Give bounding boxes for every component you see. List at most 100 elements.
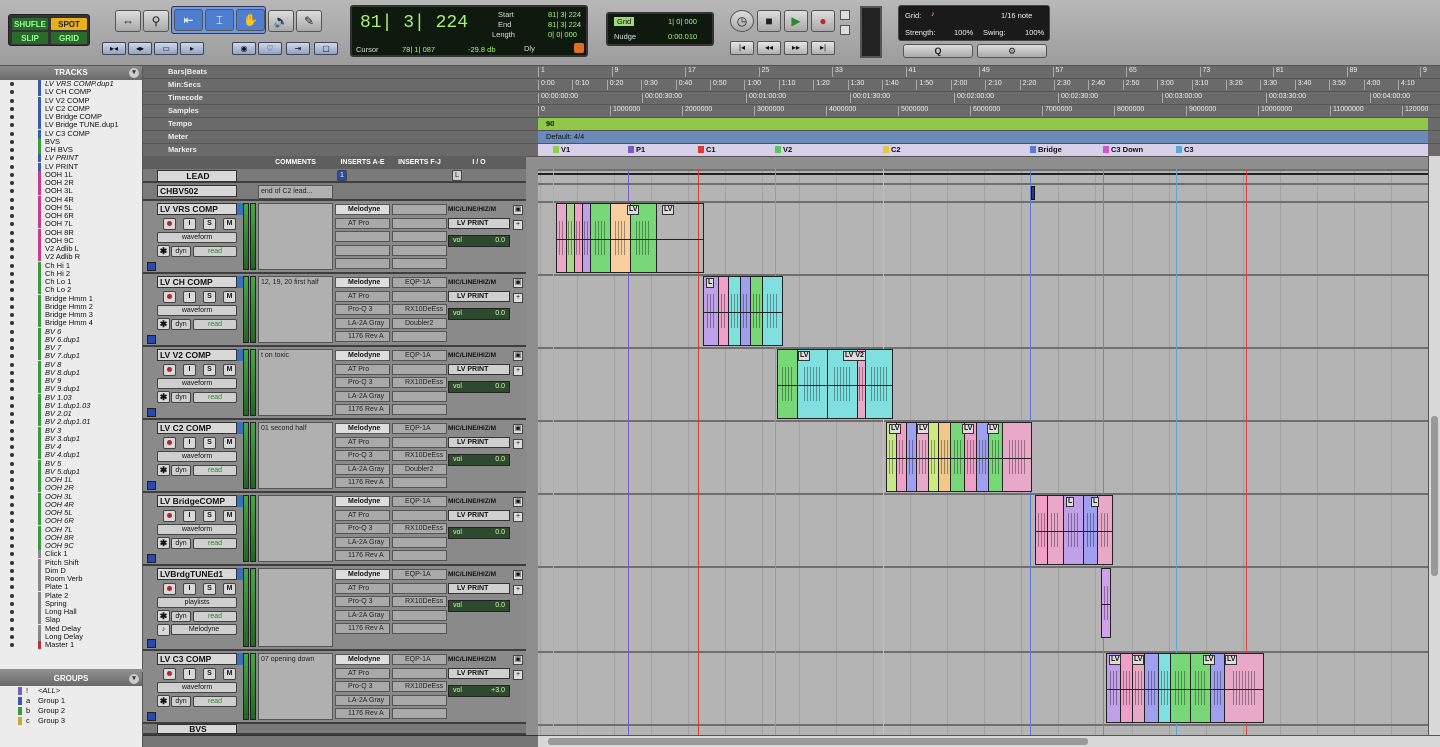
quantize-note-value[interactable]: 1/16 note — [1001, 11, 1032, 20]
insert-slot-f-3[interactable]: RX10DeEss — [392, 681, 447, 692]
visibility-dot-icon[interactable] — [10, 370, 14, 375]
track-lv-vrs-comp[interactable]: LV VRS COMP I S Mwaveform ✱ dyn read Melodyne AT… — [143, 201, 526, 274]
visibility-dot-icon[interactable] — [10, 395, 14, 400]
visibility-dot-icon[interactable] — [10, 205, 14, 210]
chevron-down-icon[interactable]: ▾ — [129, 68, 139, 78]
insert-slot-a-3[interactable]: Pro-Q 3 — [335, 377, 390, 388]
insert-slot-f-3[interactable]: RX10DeEss — [392, 304, 447, 315]
automation-mode-selector[interactable]: read — [193, 319, 237, 330]
visibility-dot-icon[interactable] — [10, 296, 14, 301]
dyn-button[interactable]: dyn — [171, 465, 191, 476]
track-resize-handle[interactable] — [147, 554, 156, 563]
insert-slot-a-4[interactable]: LA-2A Gray — [335, 609, 390, 621]
insert-slot-f-2[interactable] — [392, 509, 447, 521]
end-value[interactable]: 81| 3| 224 — [548, 20, 581, 29]
visibility-dot-icon[interactable] — [10, 560, 14, 565]
automation-mode-selector[interactable]: read — [193, 465, 237, 476]
track-view-selector[interactable]: waveform — [157, 524, 237, 535]
insert-slot-a-5[interactable]: 1176 Rev A — [335, 477, 390, 488]
insert-slot-f-2[interactable] — [392, 436, 447, 448]
track-name[interactable]: LVBrdgTUNEd1 — [157, 568, 237, 580]
meter-lane[interactable]: Default: 4/4 — [538, 131, 1428, 143]
track-list-item[interactable]: Plate 2 — [0, 591, 142, 600]
dly-label[interactable]: Dly — [524, 44, 535, 53]
visibility-dot-icon[interactable] — [10, 329, 14, 334]
audio-region[interactable]: L — [703, 276, 783, 346]
visibility-dot-icon[interactable] — [10, 164, 14, 169]
visibility-dot-icon[interactable] — [10, 98, 14, 103]
insert-slot-f-1[interactable]: EQP-1A — [392, 423, 447, 434]
insert-slot-f-4[interactable]: Doubler2 — [392, 463, 447, 475]
visibility-dot-icon[interactable] — [10, 106, 14, 111]
insert-slot-a-4[interactable] — [335, 244, 390, 256]
pencil-tool-icon[interactable]: ✎ — [296, 10, 322, 32]
visibility-dot-icon[interactable] — [10, 197, 14, 202]
rewind-button[interactable]: ◂◂ — [757, 41, 781, 55]
grabber-tool-icon[interactable]: ✋ — [236, 9, 265, 31]
track-list-item[interactable]: Bridge Hmm 4 — [0, 319, 142, 328]
main-counter-value[interactable]: 81| 3| 224 — [360, 13, 468, 33]
group-item[interactable]: a Group 1 — [0, 696, 142, 706]
track-resize-handle[interactable] — [147, 262, 156, 271]
volume-field[interactable]: vol +3.0 — [448, 685, 510, 697]
audio-region[interactable]: LL — [1035, 495, 1113, 565]
visibility-dot-icon[interactable] — [10, 412, 14, 416]
visibility-dot-icon[interactable] — [10, 577, 14, 581]
insert-slot-a-1[interactable]: Melodyne — [335, 569, 390, 580]
track-comment[interactable]: 12, 19, 20 first half — [258, 276, 333, 343]
track-comment[interactable]: 07 opening down — [258, 653, 333, 720]
tracks-panel-header[interactable]: TRACKS ▾ — [0, 66, 142, 80]
input-selector[interactable]: MIC/LINE/HIZ/M — [448, 496, 510, 507]
visibility-dot-icon[interactable] — [10, 626, 14, 631]
marker-v2[interactable]: V2 — [775, 145, 792, 154]
insert-slot-a-5[interactable]: 1176 Rev A — [335, 708, 390, 719]
dyn-button[interactable]: dyn — [171, 611, 191, 622]
track-name[interactable]: BVS — [157, 724, 237, 734]
visibility-dot-icon[interactable] — [10, 214, 14, 218]
track-list-item[interactable]: BV 7.dup1 — [0, 352, 142, 361]
mute-button[interactable]: M — [223, 291, 236, 303]
marker-c1[interactable]: C1 — [698, 145, 716, 154]
insert-slot-a-3[interactable]: Pro-Q 3 — [335, 450, 390, 461]
visibility-dot-icon[interactable] — [10, 403, 14, 408]
mute-button[interactable]: M — [223, 218, 236, 230]
min-secs-ruler[interactable]: Min:Secs 0:00 0:10 0:20 0:30 0:40 0:50 1:00 1:10… — [143, 79, 1440, 92]
track-name[interactable]: LV C2 COMP — [157, 422, 237, 434]
volume-field[interactable]: vol 0.0 — [448, 454, 510, 466]
visibility-dot-icon[interactable] — [10, 230, 14, 235]
insert-slot-f-1[interactable]: EQP-1A — [392, 277, 447, 288]
output-selector[interactable]: LV PRINT — [448, 218, 510, 229]
dyn-button[interactable]: dyn — [171, 319, 191, 330]
insert-slot-a-5[interactable]: 1176 Rev A — [335, 404, 390, 415]
track-resize-handle[interactable] — [147, 712, 156, 721]
track-list-item[interactable]: BV 6.dup1 — [0, 335, 142, 344]
record-enable-button[interactable] — [163, 437, 176, 449]
track-name[interactable]: LEAD — [157, 170, 237, 182]
solo-button[interactable]: S — [203, 291, 216, 303]
input-monitor-button[interactable]: I — [183, 364, 196, 376]
track-name[interactable]: LV BridgeCOMP — [157, 495, 237, 507]
automation-icon[interactable]: ✱ — [157, 537, 170, 549]
insert-slot-f-1[interactable]: EQP-1A — [392, 350, 447, 361]
slip-mode-button[interactable]: SLIP — [11, 31, 49, 45]
chevron-down-icon[interactable]: ▾ — [129, 674, 139, 684]
track-options-icon[interactable]: ▣ — [513, 655, 523, 665]
track-list-item[interactable]: Pitch Shift — [0, 558, 142, 567]
insert-slot[interactable]: 1 — [337, 170, 347, 181]
input-monitor-button[interactable]: I — [183, 291, 196, 303]
insert-slot-f-5[interactable] — [392, 623, 447, 634]
insert-slot-f-3[interactable]: RX10DeEss — [392, 450, 447, 461]
track-list-item[interactable]: Master 1 — [0, 640, 142, 649]
track-name[interactable]: LV V2 COMP — [157, 349, 237, 361]
visibility-dot-icon[interactable] — [10, 519, 14, 524]
visibility-dot-icon[interactable] — [10, 148, 14, 152]
track-comment[interactable]: 01 second half — [258, 422, 333, 489]
dyn-button[interactable]: dyn — [171, 246, 191, 257]
start-value[interactable]: 81| 3| 224 — [548, 10, 581, 19]
input-selector[interactable]: MIC/LINE/HIZ/M — [448, 277, 510, 288]
insert-slot-f-3[interactable]: RX10DeEss — [392, 596, 447, 607]
grid-value[interactable]: 1| 0| 000 — [668, 17, 697, 26]
scroll-thumb[interactable] — [1431, 416, 1438, 576]
automation-mode-selector[interactable]: read — [193, 611, 237, 622]
insert-slot-a-2[interactable]: AT Pro — [335, 436, 390, 448]
